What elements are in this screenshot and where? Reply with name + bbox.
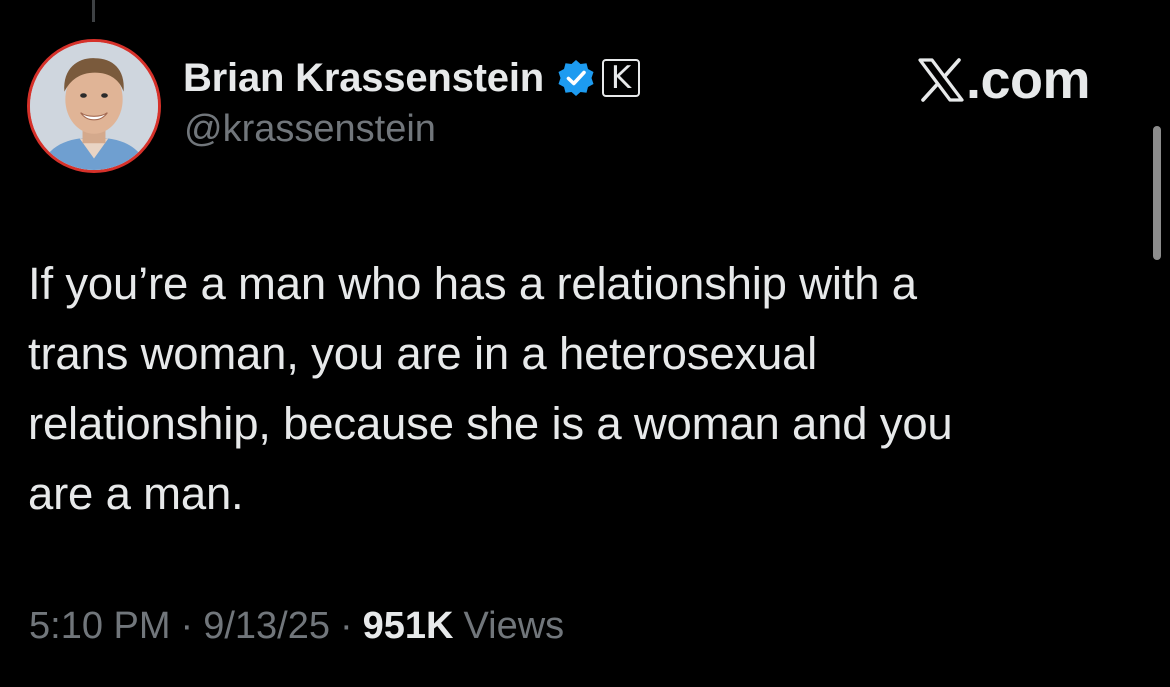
- post-text-line: are a man.: [28, 468, 244, 519]
- profile-photo-icon: [30, 42, 158, 170]
- avatar[interactable]: [27, 39, 161, 173]
- meta-separator: ·: [180, 604, 194, 647]
- post-text: If you’re a man who has a relationship w…: [28, 249, 1108, 529]
- post-text-line: trans woman, you are in a heterosexual: [28, 328, 818, 379]
- author-handle[interactable]: @krassenstein: [184, 108, 436, 151]
- views-count[interactable]: 951K: [363, 605, 454, 648]
- views-label: Views: [463, 604, 565, 647]
- post-time[interactable]: 5:10 PM: [29, 605, 171, 648]
- x-com-watermark: .com: [918, 50, 1091, 110]
- post-text-line: relationship, because she is a woman and…: [28, 398, 953, 449]
- meta-separator: ·: [339, 604, 353, 647]
- thread-connector-line: [92, 0, 95, 22]
- scrollbar-thumb[interactable]: [1153, 126, 1161, 260]
- author-display-name[interactable]: Brian Krassenstein: [183, 56, 544, 101]
- verified-badge-icon[interactable]: [556, 58, 596, 98]
- post-metadata: 5:10 PM · 9/13/25 · 951K Views: [29, 601, 564, 651]
- post-date[interactable]: 9/13/25: [203, 605, 330, 648]
- x-logo-icon: [918, 57, 964, 103]
- post-text-line: If you’re a man who has a relationship w…: [28, 258, 917, 309]
- watermark-domain-text: .com: [966, 50, 1091, 110]
- affiliate-badge-icon[interactable]: K: [602, 59, 640, 97]
- author-name-row: Brian Krassenstein K: [183, 52, 640, 104]
